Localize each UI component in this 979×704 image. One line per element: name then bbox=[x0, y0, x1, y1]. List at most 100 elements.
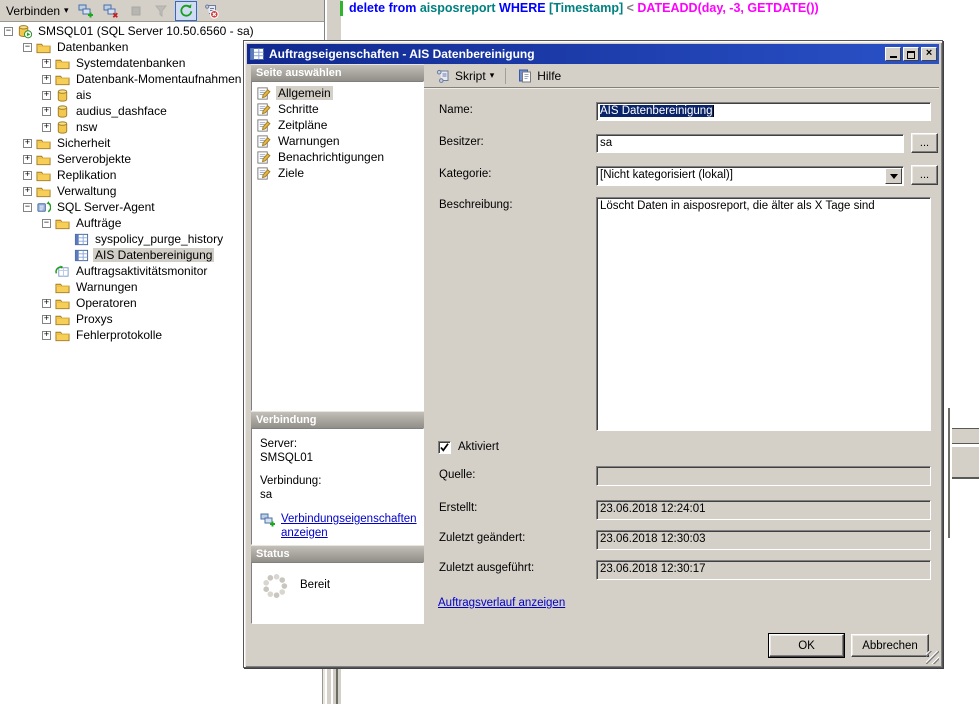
expand-icon[interactable]: + bbox=[23, 139, 32, 148]
sql-token: delete from bbox=[349, 1, 420, 15]
selected-text: AIS Datenbereinigung bbox=[600, 105, 713, 117]
tree-item-label[interactable]: Sicherheit bbox=[55, 136, 112, 150]
folder-icon bbox=[36, 168, 51, 183]
tree-item-label[interactable]: Verwaltung bbox=[55, 184, 118, 198]
executed-input: 23.06.2018 12:30:17 bbox=[596, 560, 931, 580]
owner-browse-button[interactable]: ... bbox=[911, 133, 938, 153]
page-item[interactable]: Warnungen bbox=[252, 133, 423, 149]
tree-item-label[interactable]: Auftragsaktivitätsmonitor bbox=[74, 264, 209, 278]
description-textarea[interactable]: Löscht Daten in aisposreport, die älter … bbox=[596, 197, 931, 431]
tree-item-label[interactable]: Systemdatenbanken bbox=[74, 56, 187, 70]
collapse-icon[interactable]: − bbox=[23, 43, 32, 52]
dialog-titlebar[interactable]: Auftragseigenschaften - AIS Datenbereini… bbox=[247, 44, 939, 64]
sql-query-text: delete from aisposreport WHERE [Timestam… bbox=[349, 1, 819, 16]
connect-server-icon bbox=[78, 3, 94, 19]
disconnect-server-button[interactable] bbox=[100, 1, 122, 21]
enabled-label: Aktiviert bbox=[458, 441, 499, 453]
tree-item-label[interactable]: audius_dashface bbox=[74, 104, 169, 118]
expand-icon[interactable]: + bbox=[42, 107, 51, 116]
tree-item-label[interactable]: Datenbanken bbox=[55, 40, 130, 54]
page-icon bbox=[256, 102, 271, 117]
dialog-title: Auftragseigenschaften - AIS Datenbereini… bbox=[269, 47, 881, 61]
tree-item-label[interactable]: Fehlerprotokolle bbox=[74, 328, 164, 342]
category-value: [Nicht kategorisiert (lokal)] bbox=[600, 169, 733, 181]
sql-token: < bbox=[627, 1, 638, 15]
expand-icon[interactable]: + bbox=[42, 315, 51, 324]
minimize-button[interactable] bbox=[885, 47, 901, 61]
page-item[interactable]: Benachrichtigungen bbox=[252, 149, 423, 165]
folder-icon bbox=[55, 72, 70, 87]
page-icon bbox=[256, 150, 271, 165]
minimize-icon bbox=[890, 56, 897, 58]
script-icon bbox=[435, 68, 451, 84]
connect-server-button[interactable] bbox=[75, 1, 97, 21]
job-icon bbox=[74, 248, 89, 263]
help-button[interactable]: Hilfe bbox=[514, 66, 564, 86]
tree-item-label[interactable]: Proxys bbox=[74, 312, 115, 326]
combo-dropdown-button[interactable] bbox=[885, 168, 902, 184]
collapse-icon[interactable]: − bbox=[42, 219, 51, 228]
ok-button[interactable]: OK bbox=[769, 634, 844, 657]
owner-input[interactable]: sa bbox=[596, 134, 904, 153]
page-icon bbox=[256, 118, 271, 133]
delete-script-button[interactable] bbox=[200, 1, 222, 21]
script-button[interactable]: Skript ▾ bbox=[432, 66, 497, 86]
source-input bbox=[596, 466, 931, 486]
collapse-icon[interactable]: − bbox=[23, 203, 32, 212]
connect-dropdown-button[interactable]: Verbinden ▾ bbox=[2, 3, 73, 19]
page-item-label: Benachrichtigungen bbox=[276, 150, 386, 164]
dropdown-caret-icon: ▾ bbox=[64, 6, 69, 15]
tree-item-label[interactable]: Replikation bbox=[55, 168, 118, 182]
tree-item-label[interactable]: Warnungen bbox=[74, 280, 140, 294]
expand-icon[interactable]: + bbox=[42, 299, 51, 308]
database-icon bbox=[55, 120, 70, 135]
dialog-toolbar: Skript ▾ Hilfe bbox=[424, 64, 939, 88]
resize-grip-icon[interactable] bbox=[926, 651, 939, 664]
activity-monitor-icon bbox=[55, 264, 70, 279]
expand-icon[interactable]: + bbox=[23, 155, 32, 164]
page-item[interactable]: Allgemein bbox=[252, 85, 423, 101]
collapse-icon[interactable]: − bbox=[4, 27, 13, 36]
connection-value: sa bbox=[260, 488, 417, 502]
tree-item-label[interactable]: syspolicy_purge_history bbox=[93, 232, 225, 246]
maximize-button[interactable] bbox=[903, 47, 919, 61]
expand-icon[interactable]: + bbox=[42, 91, 51, 100]
expand-icon[interactable]: + bbox=[23, 187, 32, 196]
category-browse-button[interactable]: ... bbox=[911, 165, 938, 185]
tree-item-label[interactable]: SQL Server-Agent bbox=[55, 200, 157, 214]
connection-properties-icon bbox=[260, 512, 276, 528]
expand-icon[interactable]: + bbox=[42, 75, 51, 84]
page-item[interactable]: Schritte bbox=[252, 101, 423, 117]
name-input[interactable]: AIS Datenbereinigung bbox=[596, 102, 931, 121]
sql-token: [Timestamp] bbox=[549, 1, 627, 15]
tree-item-label[interactable]: ais bbox=[74, 88, 93, 102]
expand-icon[interactable]: + bbox=[42, 59, 51, 68]
cancel-button[interactable]: Abbrechen bbox=[851, 634, 929, 657]
refresh-button[interactable] bbox=[175, 1, 197, 21]
expand-icon[interactable]: + bbox=[42, 331, 51, 340]
page-item[interactable]: Ziele bbox=[252, 165, 423, 181]
page-item[interactable]: Zeitpläne bbox=[252, 117, 423, 133]
connection-properties-link[interactable]: Verbindungseigenschaften anzeigen bbox=[281, 512, 417, 540]
folder-icon bbox=[36, 152, 51, 167]
tree-item-label[interactable]: Operatoren bbox=[74, 296, 139, 310]
expand-icon[interactable]: + bbox=[23, 171, 32, 180]
server-label: Server: bbox=[260, 437, 417, 451]
tree-item-label[interactable]: AIS Datenbereinigung bbox=[93, 248, 214, 262]
expand-icon[interactable]: + bbox=[42, 123, 51, 132]
tree-item-label[interactable]: nsw bbox=[74, 120, 99, 134]
enabled-checkbox[interactable] bbox=[438, 441, 451, 454]
folder-icon bbox=[55, 328, 70, 343]
panel-splitter[interactable] bbox=[322, 669, 338, 704]
tree-item[interactable]: − SMSQL01 (SQL Server 10.50.6560 - sa) bbox=[0, 23, 324, 39]
category-select[interactable]: [Nicht kategorisiert (lokal)] bbox=[596, 166, 904, 186]
close-button[interactable]: × bbox=[921, 47, 937, 61]
tree-item-label[interactable]: Aufträge bbox=[74, 216, 123, 230]
tree-item-label[interactable]: SMSQL01 (SQL Server 10.50.6560 - sa) bbox=[36, 24, 256, 38]
expander-spacer bbox=[42, 267, 51, 276]
tree-item-label[interactable]: Serverobjekte bbox=[55, 152, 133, 166]
executed-label: Zuletzt ausgeführt: bbox=[439, 562, 534, 574]
job-history-link[interactable]: Auftragsverlauf anzeigen bbox=[438, 597, 565, 609]
tree-item-label[interactable]: Datenbank-Momentaufnahmen bbox=[74, 72, 243, 86]
pages-header: Seite auswählen bbox=[251, 64, 424, 81]
